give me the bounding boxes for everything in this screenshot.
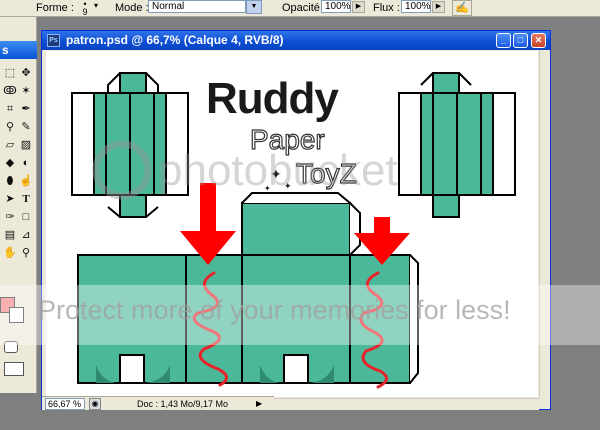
type-icon[interactable]: T xyxy=(18,191,34,207)
document-title: patron.psd @ 66,7% (Calque 4, RVB/8) xyxy=(66,33,284,47)
brush-size-value: 9 xyxy=(82,7,88,17)
screen-mode-icon[interactable] xyxy=(4,362,24,376)
logo-ruddy: Ruddy xyxy=(206,74,339,123)
stamp-icon[interactable]: ⚲ xyxy=(2,119,18,135)
photoshop-icon: Ps xyxy=(47,34,60,47)
opacity-label: Opacité : xyxy=(282,2,327,14)
status-menu-arrow-icon[interactable]: ▶ xyxy=(256,398,266,410)
lid-flap xyxy=(241,192,351,204)
eraser-icon[interactable]: ▱ xyxy=(2,137,18,153)
leg-cutout xyxy=(119,354,145,384)
mode-select[interactable]: Normal xyxy=(148,0,246,13)
vertical-scrollbar[interactable] xyxy=(539,51,550,397)
left-arm-bottom-tab xyxy=(119,194,147,218)
right-arm-flap xyxy=(420,72,434,86)
left-arm-flap xyxy=(107,72,121,93)
horizontal-scrollbar[interactable] xyxy=(274,398,539,410)
shape-label: Forme : xyxy=(36,2,74,14)
minimize-button[interactable]: _ xyxy=(496,33,511,48)
right-arm-top-tab xyxy=(432,72,460,94)
lid-side-flap xyxy=(349,202,361,256)
gradient-icon[interactable]: ▨ xyxy=(18,137,34,153)
document-size: Doc : 1,43 Mo/9,17 Mo xyxy=(137,399,229,409)
mode-label: Mode : xyxy=(115,2,149,14)
toolbox-title: s xyxy=(0,41,37,59)
logo-toyz: ToyZ xyxy=(296,158,357,189)
leg-cutout xyxy=(283,354,309,384)
hand-icon[interactable]: ✋ xyxy=(2,245,18,261)
zoom-field[interactable]: 66,67 % xyxy=(45,398,85,410)
document-titlebar[interactable]: Ps patron.psd @ 66,7% (Calque 4, RVB/8) … xyxy=(42,31,550,50)
right-arm-flap xyxy=(458,72,472,86)
left-arm-flap xyxy=(145,72,159,93)
lasso-icon[interactable]: ✥ xyxy=(18,65,34,81)
opacity-field[interactable]: 100% xyxy=(321,0,351,13)
path-select-arrow-icon[interactable]: ➤ xyxy=(2,191,18,207)
watermark-text: Protect more of your memories for less! xyxy=(38,295,511,325)
blur-icon[interactable]: ◆ xyxy=(2,155,18,171)
brush-picker-arrow-icon[interactable]: ▾ xyxy=(94,1,98,10)
logo-paper: Paper xyxy=(250,124,325,155)
lid-piece xyxy=(241,202,351,256)
pen-icon[interactable]: ✑ xyxy=(2,209,18,225)
sparkle-icon: ✦ xyxy=(270,166,282,182)
chevron-down-icon[interactable]: ▼ xyxy=(246,0,262,14)
brush-preset-picker[interactable]: • 9 xyxy=(79,0,91,17)
dodge-icon[interactable]: ◐ xyxy=(18,155,34,171)
sparkle-icon: ✦ xyxy=(284,181,292,191)
path-select-icon[interactable]: ⬮ xyxy=(2,173,18,189)
healing-icon[interactable]: ⌗ xyxy=(2,101,18,117)
smudge-icon[interactable]: ☝ xyxy=(18,173,34,189)
notes-icon[interactable]: ▤ xyxy=(2,227,18,243)
close-button[interactable]: ✕ xyxy=(531,33,546,48)
crop-icon[interactable]: ✶ xyxy=(18,83,34,99)
status-bar: 66,67 % ◉ Doc : 1,43 Mo/9,17 Mo ▶ xyxy=(42,396,274,410)
ruddy-paper-toyz-logo: Ruddy Paper ToyZ ✦ ✦ ✦ xyxy=(206,74,357,193)
options-bar: Forme : • 9 ▾ Mode : Normal ▼ Opacité : … xyxy=(0,0,600,17)
eyedropper-icon[interactable]: ⊿ xyxy=(18,227,34,243)
move-icon[interactable]: ⬚ xyxy=(2,65,18,81)
shape-icon[interactable]: □ xyxy=(18,209,34,225)
left-arm-flap xyxy=(145,206,159,218)
history-brush-icon[interactable]: ✎ xyxy=(18,119,34,135)
paper-toy-template: Ruddy Paper ToyZ ✦ ✦ ✦ xyxy=(71,72,516,389)
left-arm-top-tab xyxy=(119,72,147,94)
flow-slider-arrow-icon[interactable]: ▶ xyxy=(432,1,445,13)
brush-icon[interactable]: ✒ xyxy=(18,101,34,117)
magic-wand-icon[interactable]: ↂ xyxy=(2,83,18,99)
opacity-slider-arrow-icon[interactable]: ▶ xyxy=(352,1,365,13)
flow-label: Flux : xyxy=(373,2,400,14)
airbrush-icon[interactable]: ✍ xyxy=(452,0,472,16)
flow-field[interactable]: 100% xyxy=(401,0,431,13)
maximize-button[interactable]: □ xyxy=(513,33,528,48)
left-arm-flap xyxy=(107,206,121,218)
right-arm-bottom-tab xyxy=(432,194,460,218)
document-canvas[interactable]: Ruddy Paper ToyZ ✦ ✦ ✦ xyxy=(46,51,538,397)
status-info-icon[interactable]: ◉ xyxy=(89,398,101,410)
document-window: Ps patron.psd @ 66,7% (Calque 4, RVB/8) … xyxy=(41,30,551,410)
zoom-icon[interactable]: ⚲ xyxy=(18,245,34,261)
watermark-band: Protect more of your memories for less! xyxy=(0,285,600,345)
sparkle-icon: ✦ xyxy=(264,184,271,193)
